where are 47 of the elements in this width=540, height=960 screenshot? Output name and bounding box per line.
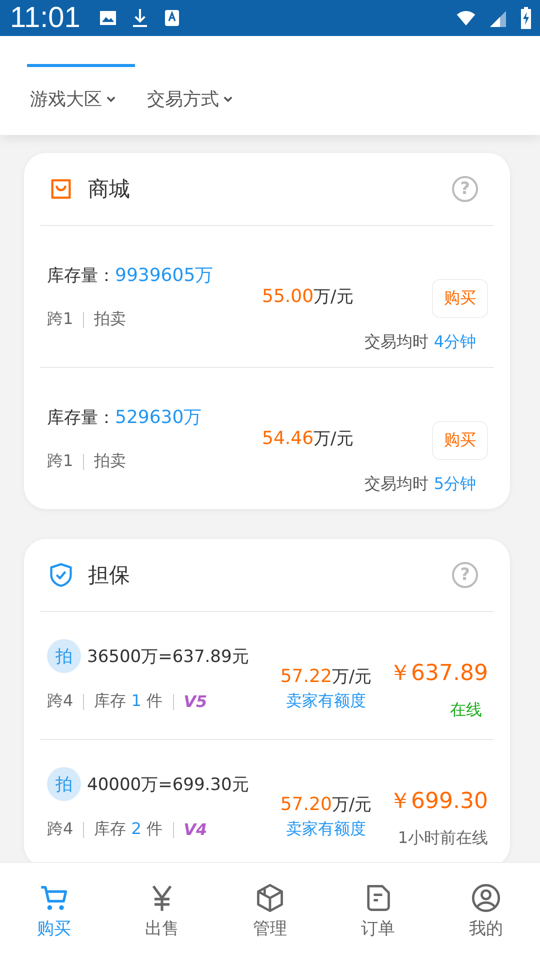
nav-tab[interactable]: 购买 [0,863,108,960]
nav-tab[interactable]: 我的 [432,863,540,960]
offer-title: 40000万=699.30元 [87,774,249,796]
section-title: 担保 [88,562,131,589]
unit-price: 55.00万/元 [262,285,354,308]
cart-icon [39,883,69,913]
stock-label: 库存量： [47,406,115,428]
unit-price: 57.22万/元 [280,665,372,688]
stock-count: 库存 1 件 [94,691,163,712]
seller-level: V4 [184,820,208,839]
online-status: 1小时前在线 [398,828,488,849]
credit-note: 卖家有额度 [286,818,366,840]
box-icon [255,883,285,913]
nav-tab[interactable]: 出售 [108,863,216,960]
stock-amount: 529630万 [115,406,202,429]
seller-level: V5 [184,692,208,711]
section-title: 商城 [88,176,131,203]
unit-price: 57.20万/元 [280,793,372,816]
stock-label: 库存量： [47,264,115,286]
stock-count: 库存 2 件 [94,819,163,840]
wifi-icon [456,8,476,28]
image-icon [98,8,118,28]
user-icon [471,883,501,913]
battery-icon [520,7,532,29]
auction-badge: 拍 [47,767,81,801]
average-time: 交易均时 4分钟 [364,332,476,352]
nav-tab[interactable]: 订单 [324,863,432,960]
total-price: ￥699.30 [389,788,488,816]
total-price: ￥637.89 [389,660,488,688]
tag-text: 跨1 [47,451,74,472]
online-status: 在线 [450,700,482,721]
server-tag: 跨4 [47,819,74,840]
tag-text: 拍卖 [94,309,126,330]
auction-badge: 拍 [47,639,81,673]
credit-note: 卖家有额度 [286,690,366,712]
tag-text: 拍卖 [94,451,126,472]
unit-price: 54.46万/元 [262,427,354,450]
offer-title: 36500万=637.89元 [87,646,249,668]
stock-amount: 9939605万 [115,264,214,287]
nav-tab[interactable]: 管理 [216,863,324,960]
filter-dropdown[interactable]: 游戏大区 [30,87,117,111]
clock: 11:01 [10,2,80,34]
shield-check-icon [48,562,74,588]
filter-dropdown[interactable]: 交易方式 [147,87,234,111]
average-time: 交易均时 5分钟 [364,474,476,494]
server-tag: 跨4 [47,691,74,712]
tag-text: 跨1 [47,309,74,330]
